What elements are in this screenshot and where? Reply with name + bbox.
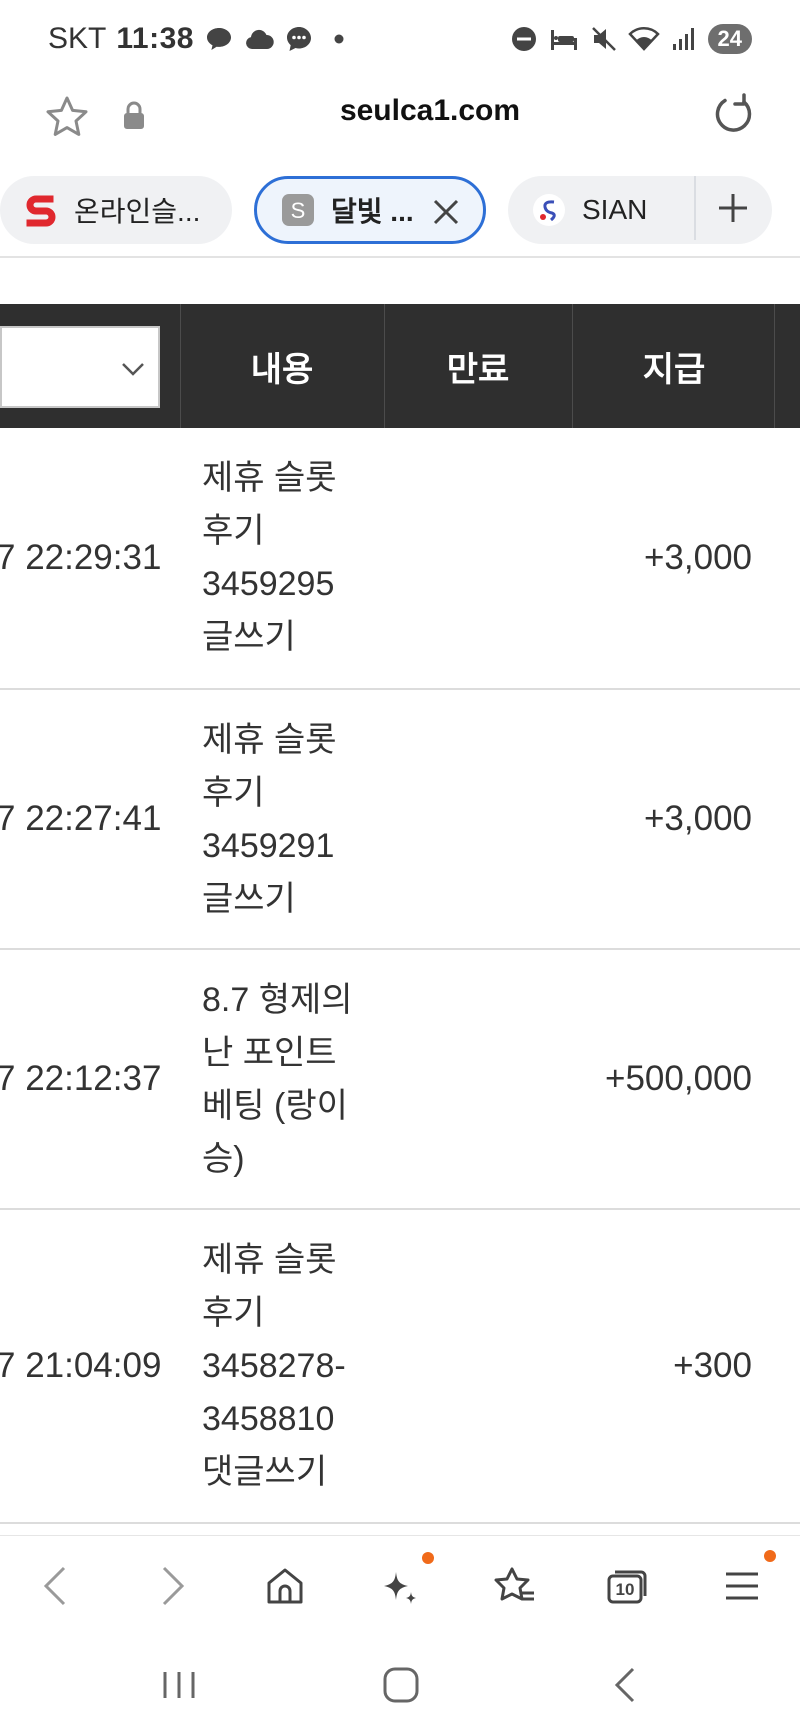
svg-text:S: S xyxy=(291,198,306,223)
carrier-label: SKT xyxy=(48,22,107,55)
row-content-line: 난 포인트 xyxy=(202,1034,337,1072)
recent-apps-button[interactable] xyxy=(154,1660,204,1710)
table-row: 7 21:04:09 제휴 슬롯 후기 3458278- 3458810 댓글쓰… xyxy=(0,1210,800,1524)
status-bar: SKT 11:38 24 xyxy=(0,0,800,78)
tab-online-slot[interactable]: 온라인슬... xyxy=(0,176,232,244)
point-history-table: 7 22:29:31 제휴 슬롯 후기 3459295 글쓰기 +3,000 7… xyxy=(0,428,800,1524)
header-content: 내용 xyxy=(250,350,314,389)
row-content-line: 제휴 슬롯 xyxy=(202,459,337,497)
system-back-icon xyxy=(614,1667,635,1703)
header-pay: 지급 xyxy=(642,350,706,389)
sparkle-icon xyxy=(384,1572,416,1604)
bookmarks-icon xyxy=(494,1567,534,1601)
row-content-line: 8.7 형제의 xyxy=(202,981,353,1019)
signal-icon xyxy=(668,23,700,55)
row-content-line: 제휴 슬롯 xyxy=(202,721,337,759)
row-content: 제휴 슬롯 후기 3459291 글쓰기 xyxy=(202,714,372,926)
row-content: 제휴 슬롯 후기 3458278- 3458810 댓글쓰기 xyxy=(202,1234,372,1499)
row-date: 7 21:04:09 xyxy=(0,1346,162,1385)
more-notifications-icon xyxy=(324,24,354,54)
plus-icon xyxy=(719,194,747,222)
row-date: 7 22:27:41 xyxy=(0,799,162,838)
sian-favicon-icon xyxy=(532,193,566,227)
browser-bottom-toolbar: 10 xyxy=(0,1535,800,1635)
row-content-line: 후기 xyxy=(202,774,265,812)
row-date: 7 22:29:31 xyxy=(0,538,162,577)
system-navigation-bar xyxy=(0,1640,800,1734)
menu-button[interactable] xyxy=(718,1550,776,1610)
wifi-icon xyxy=(627,23,660,55)
header-expire: 만료 xyxy=(446,350,510,389)
row-content-line: 승) xyxy=(202,1140,245,1178)
clock: 11:38 xyxy=(116,22,194,55)
row-content-line: 3458278- xyxy=(202,1347,346,1385)
talk-icon xyxy=(204,24,234,54)
back-button[interactable] xyxy=(32,1562,80,1610)
tab-sian[interactable]: SIAN xyxy=(508,176,772,244)
notification-dot xyxy=(422,1552,434,1564)
row-content-line: 3459295 xyxy=(202,565,335,603)
row-content-line: 3458810 xyxy=(202,1400,335,1438)
tab-label: SIAN xyxy=(582,194,648,225)
cloud-icon xyxy=(244,24,274,54)
row-pay: +3,000 xyxy=(643,799,752,838)
row-content-line: 댓글쓰기 xyxy=(202,1453,328,1491)
recent-apps-icon xyxy=(163,1672,195,1698)
home-button[interactable] xyxy=(261,1562,309,1610)
row-content-line: 3459291 xyxy=(202,827,335,865)
tab-active-moonlight[interactable]: S 달빛 ... xyxy=(254,176,486,244)
url-field[interactable]: seulca1.com xyxy=(0,94,800,128)
table-row: 7 22:12:37 8.7 형제의 난 포인트 베팅 (랑이 승) +500,… xyxy=(0,950,800,1210)
tabs-overview-button[interactable]: 10 xyxy=(603,1562,651,1610)
row-content-line: 글쓰기 xyxy=(202,880,296,918)
row-date: 7 22:12:37 xyxy=(0,1059,162,1098)
message-icon xyxy=(284,24,314,54)
chevron-down-icon xyxy=(120,356,146,382)
row-content-line: 후기 xyxy=(202,1294,265,1332)
reload-icon[interactable] xyxy=(708,90,758,140)
tabs-count: 10 xyxy=(615,1580,635,1599)
filter-select[interactable] xyxy=(0,326,160,408)
tab-strip: 온라인슬... S 달빛 ... SIAN xyxy=(0,174,800,248)
address-bar: seulca1.com xyxy=(0,78,800,170)
sleep-mode-icon xyxy=(548,23,580,55)
hamburger-menu-icon xyxy=(726,1572,758,1600)
system-back-button[interactable] xyxy=(600,1660,650,1710)
battery-indicator: 24 xyxy=(707,24,752,54)
row-pay: +300 xyxy=(673,1346,752,1385)
do-not-disturb-icon xyxy=(508,23,540,55)
slot-site-favicon-icon xyxy=(24,193,58,227)
row-content-line: 글쓰기 xyxy=(202,618,296,656)
tab-label: 온라인슬... xyxy=(74,196,201,227)
new-tab-button[interactable] xyxy=(694,176,770,240)
row-content: 제휴 슬롯 후기 3459295 글쓰기 xyxy=(202,452,372,664)
row-content: 8.7 형제의 난 포인트 베팅 (랑이 승) xyxy=(202,974,372,1186)
home-icon xyxy=(267,1568,303,1604)
row-pay: +500,000 xyxy=(605,1059,752,1098)
divider xyxy=(0,256,800,258)
header-separator xyxy=(774,304,775,428)
system-home-button[interactable] xyxy=(376,1660,426,1710)
bookmarks-button[interactable] xyxy=(490,1562,538,1610)
table-row: 7 22:27:41 제휴 슬롯 후기 3459291 글쓰기 +3,000 xyxy=(0,690,800,950)
row-content-line: 후기 xyxy=(202,512,265,550)
header-separator xyxy=(180,304,181,428)
close-tab-icon[interactable] xyxy=(431,197,461,227)
forward-button[interactable] xyxy=(148,1562,196,1610)
tab-label: 달빛 ... xyxy=(331,196,414,227)
chevron-right-icon xyxy=(162,1566,185,1606)
table-header: 내용 만료 지급 xyxy=(0,304,800,428)
row-content-line: 베팅 (랑이 xyxy=(202,1087,348,1125)
site-favicon-icon: S xyxy=(281,193,315,227)
system-home-icon xyxy=(383,1667,419,1703)
chevron-left-icon xyxy=(43,1566,66,1606)
table-row: 7 22:29:31 제휴 슬롯 후기 3459295 글쓰기 +3,000 xyxy=(0,428,800,690)
mute-icon xyxy=(588,23,620,55)
notification-dot xyxy=(764,1550,776,1562)
ai-assistant-button[interactable] xyxy=(376,1552,434,1610)
row-content-line: 제휴 슬롯 xyxy=(202,1241,337,1279)
header-separator xyxy=(572,304,573,428)
row-pay: +3,000 xyxy=(643,538,752,577)
